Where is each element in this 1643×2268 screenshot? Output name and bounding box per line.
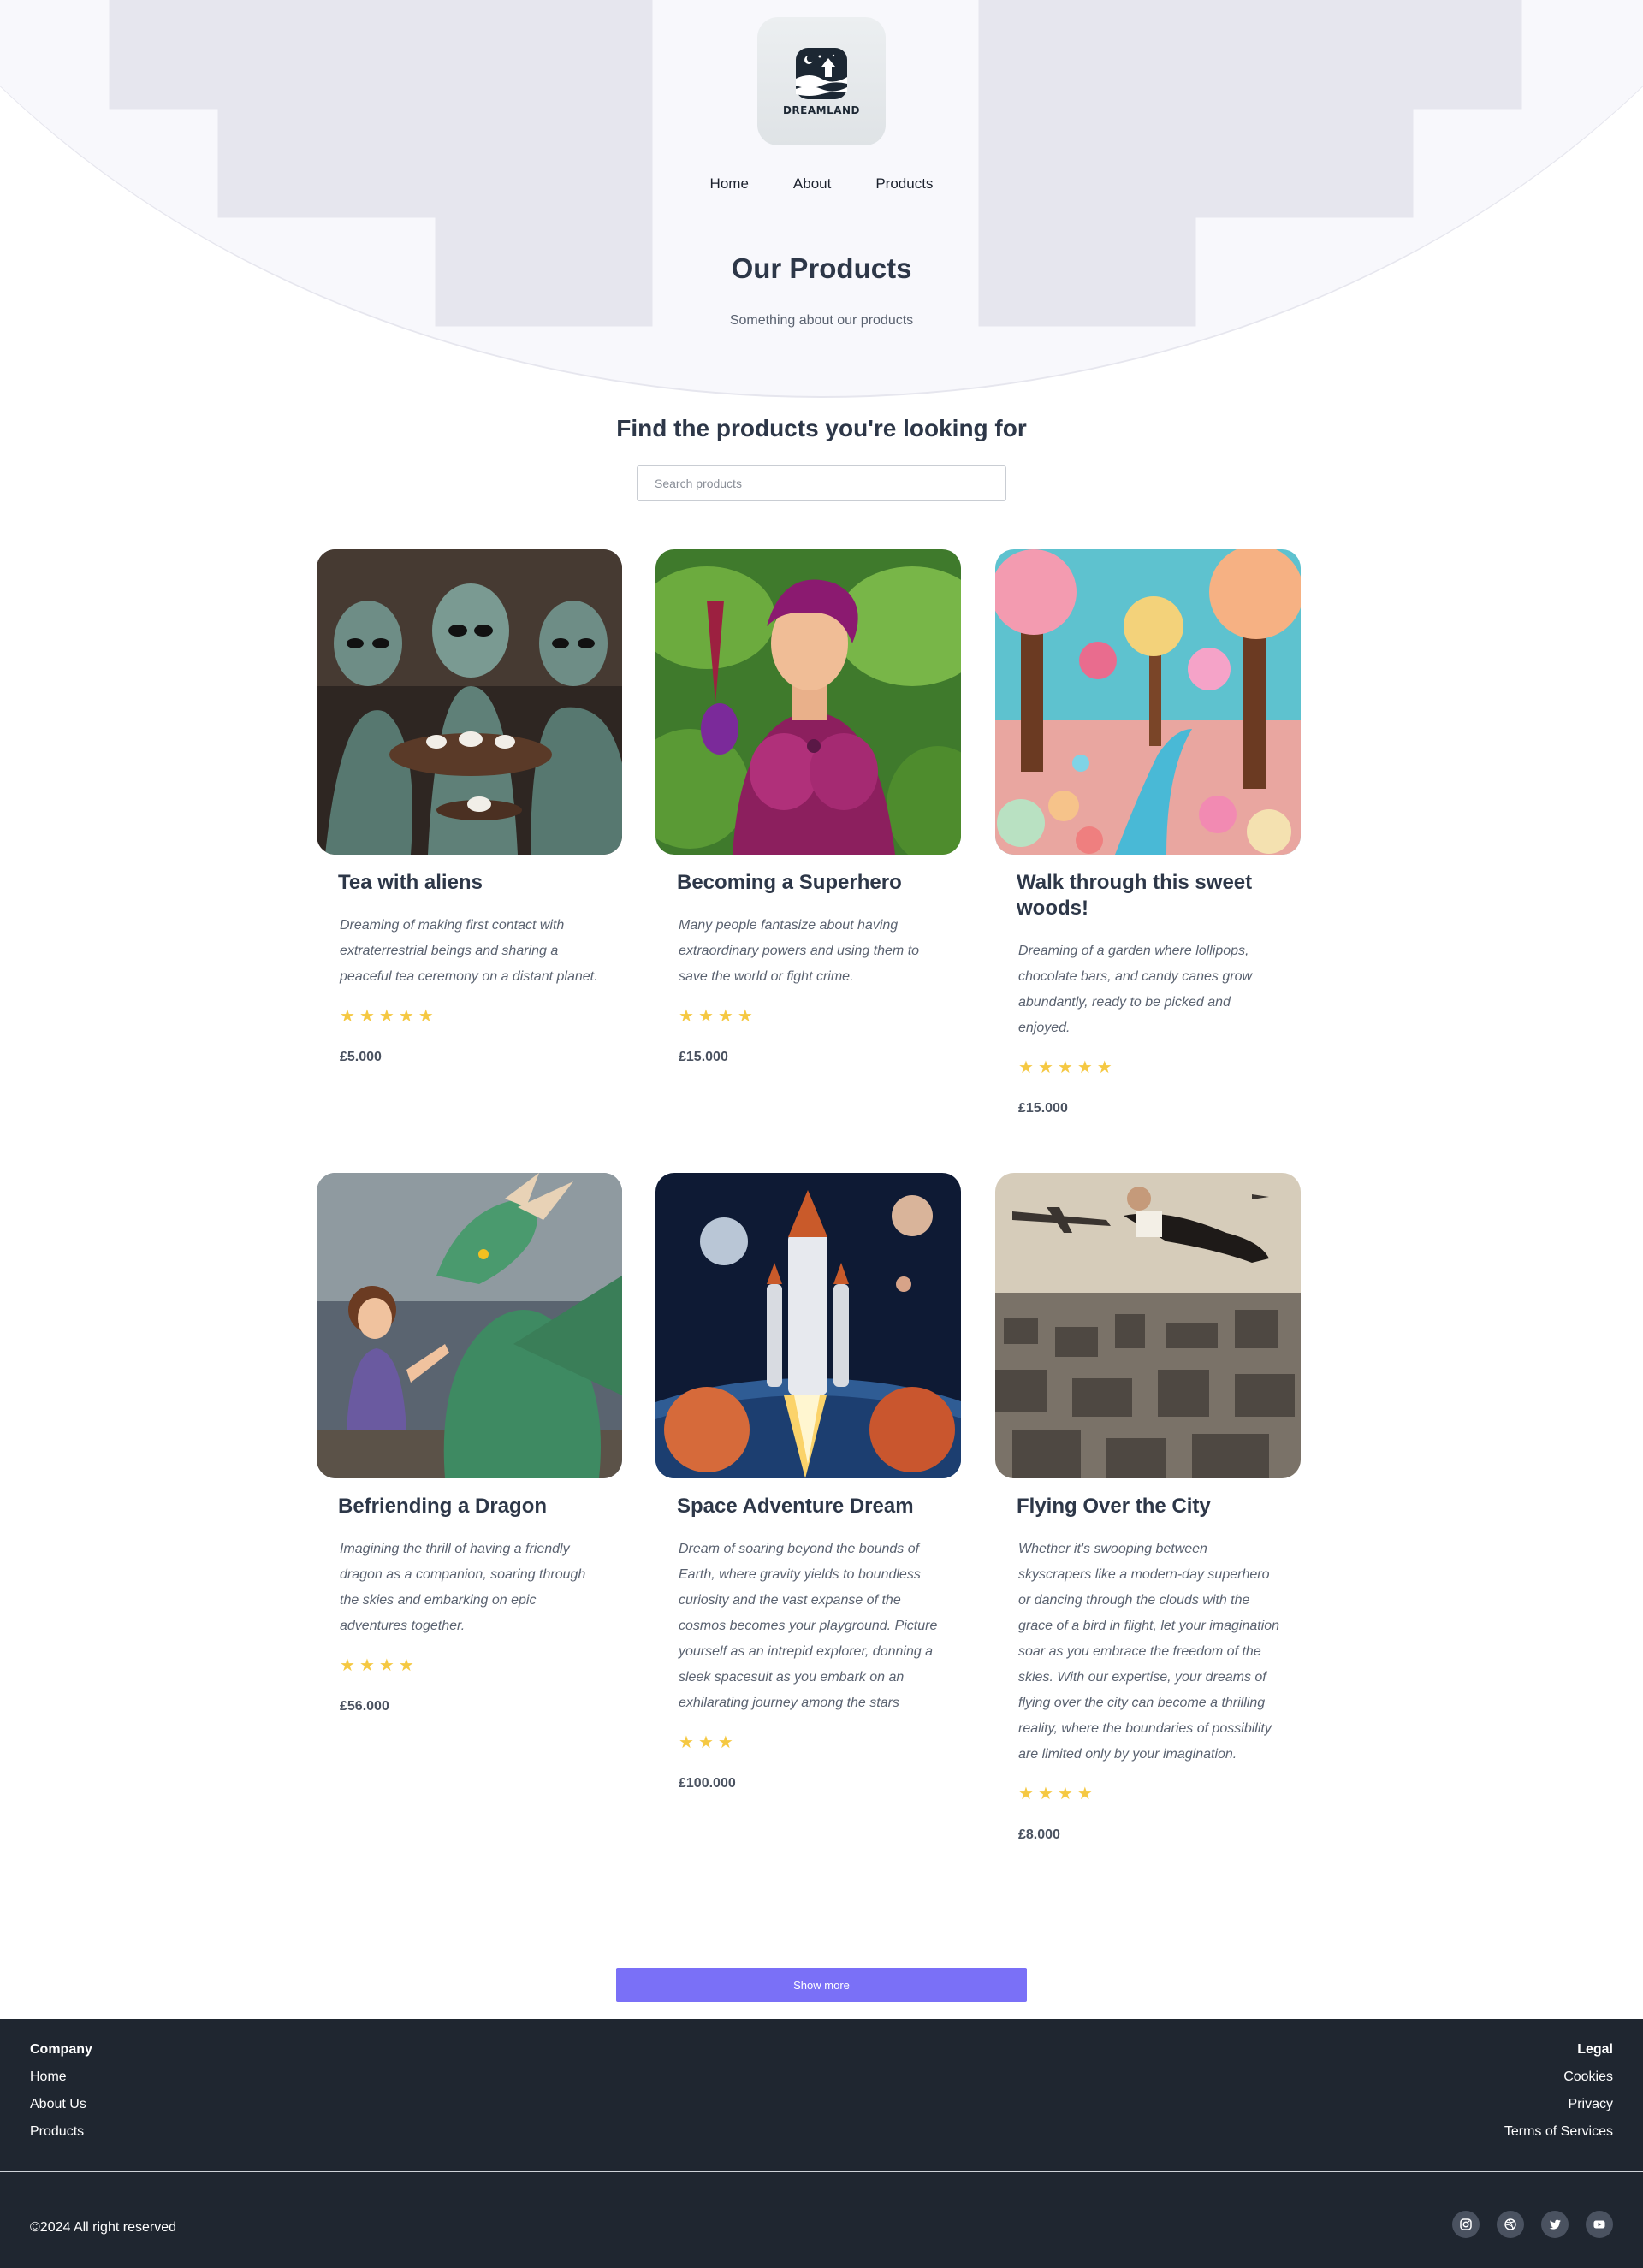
purple-superhero-image[interactable] <box>655 549 961 855</box>
youtube-icon[interactable] <box>1586 2211 1613 2238</box>
product-price: £8.000 <box>1018 1827 1060 1842</box>
rating-stars: ★ ★ ★ ★ ★ <box>340 1007 622 1026</box>
hero-header: DREAMLAND Home About Products Our Produc… <box>0 0 1643 398</box>
product-description: Whether it's swooping between skyscraper… <box>1018 1542 1280 1762</box>
instagram-icon[interactable] <box>1452 2211 1480 2238</box>
footer-link-products[interactable]: Products <box>30 2123 92 2141</box>
star-icon: ★ <box>1037 1785 1053 1803</box>
product-description: Dreaming of a garden where lollipops, ch… <box>1018 944 1253 1035</box>
product-card[interactable]: Tea with aliens Dreaming of making first… <box>317 549 622 1065</box>
product-card[interactable]: Becoming a Superhero Many people fantasi… <box>655 549 961 1065</box>
product-price: £15.000 <box>679 1050 728 1064</box>
nav-products[interactable]: Products <box>875 175 933 192</box>
star-icon: ★ <box>418 1007 434 1026</box>
footer-legal-heading: Legal <box>1577 2042 1613 2057</box>
product-title[interactable]: Walk through this sweet woods! <box>1017 870 1282 921</box>
show-more-button[interactable]: Show more <box>616 1968 1027 2002</box>
product-card[interactable]: Flying Over the City Whether it's swoopi… <box>995 1173 1301 1843</box>
rocket-launch-image[interactable] <box>655 1173 961 1478</box>
product-card[interactable]: Space Adventure Dream Dream of soaring b… <box>655 1173 961 1791</box>
footer-divider <box>0 2171 1643 2172</box>
star-icon: ★ <box>1057 1785 1073 1803</box>
rating-stars: ★ ★ ★ ★ <box>1018 1785 1301 1803</box>
star-icon: ★ <box>1096 1058 1112 1077</box>
footer-company: Company Home About Us Products <box>30 2041 92 2151</box>
star-icon: ★ <box>737 1007 753 1026</box>
product-title[interactable]: Space Adventure Dream <box>677 1494 942 1519</box>
star-icon: ★ <box>1018 1058 1034 1077</box>
star-icon: ★ <box>340 1656 355 1675</box>
search-heading: Find the products you're looking for <box>616 415 1027 441</box>
rating-stars: ★ ★ ★ ★ <box>340 1656 622 1675</box>
logo[interactable]: DREAMLAND <box>757 17 886 145</box>
star-icon: ★ <box>378 1656 394 1675</box>
footer-link-cookies[interactable]: Cookies <box>1504 2069 1613 2086</box>
star-icon: ★ <box>717 1007 733 1026</box>
search-input[interactable] <box>637 465 1006 501</box>
product-price: £100.000 <box>679 1776 736 1791</box>
product-price: £5.000 <box>340 1050 382 1064</box>
star-icon: ★ <box>679 1733 694 1752</box>
footer-link-about-us[interactable]: About Us <box>30 2096 92 2113</box>
footer-link-home[interactable]: Home <box>30 2069 92 2086</box>
page-subtitle: Something about our products <box>729 313 914 328</box>
star-icon: ★ <box>378 1007 394 1026</box>
product-price: £56.000 <box>340 1699 389 1714</box>
rating-stars: ★ ★ ★ <box>679 1733 961 1752</box>
rating-stars: ★ ★ ★ ★ ★ <box>1018 1058 1301 1077</box>
star-icon: ★ <box>697 1733 714 1752</box>
footer-company-heading: Company <box>30 2042 92 2057</box>
footer-link-privacy[interactable]: Privacy <box>1504 2096 1613 2113</box>
product-title[interactable]: Flying Over the City <box>1017 1494 1282 1519</box>
nav-home[interactable]: Home <box>710 175 749 192</box>
star-icon: ★ <box>1037 1058 1053 1077</box>
dreamland-logo-icon <box>796 48 847 99</box>
star-icon: ★ <box>1077 1785 1093 1803</box>
social-links <box>1452 2211 1613 2238</box>
star-icon: ★ <box>359 1007 375 1026</box>
star-icon: ★ <box>1077 1058 1093 1077</box>
alien-tea-party-image[interactable] <box>317 549 622 855</box>
star-icon: ★ <box>398 1007 414 1026</box>
girl-and-dragon-image[interactable] <box>317 1173 622 1478</box>
product-card[interactable]: Walk through this sweet woods! Dreaming … <box>995 549 1301 1116</box>
product-card[interactable]: Befriending a Dragon Imagining the thril… <box>317 1173 622 1714</box>
main-nav: Home About Products <box>0 175 1643 192</box>
footer-legal: Legal Cookies Privacy Terms of Services <box>1504 2041 1613 2151</box>
star-icon: ★ <box>340 1007 355 1026</box>
product-title[interactable]: Tea with aliens <box>338 870 603 896</box>
star-icon: ★ <box>697 1007 714 1026</box>
twitter-icon[interactable] <box>1541 2211 1569 2238</box>
product-description: Dream of soaring beyond the bounds of Ea… <box>679 1542 938 1710</box>
star-icon: ★ <box>1057 1058 1073 1077</box>
star-icon: ★ <box>717 1733 733 1752</box>
page-title: Our Products <box>731 252 912 284</box>
product-description: Many people fantasize about having extra… <box>679 918 920 984</box>
footer: Company Home About Us Products Legal Coo… <box>0 2019 1643 2268</box>
nav-about[interactable]: About <box>793 175 831 192</box>
logo-text: DREAMLAND <box>782 104 861 116</box>
star-icon: ★ <box>1018 1785 1034 1803</box>
product-description: Dreaming of making first contact with ex… <box>340 918 598 984</box>
product-price: £15.000 <box>1018 1101 1068 1116</box>
candy-forest-image[interactable] <box>995 549 1301 855</box>
star-icon: ★ <box>398 1656 414 1675</box>
dribbble-icon[interactable] <box>1497 2211 1524 2238</box>
product-title[interactable]: Befriending a Dragon <box>338 1494 603 1519</box>
product-title[interactable]: Becoming a Superhero <box>677 870 942 896</box>
star-icon: ★ <box>679 1007 694 1026</box>
man-flying-over-city-image[interactable] <box>995 1173 1301 1478</box>
footer-link-terms[interactable]: Terms of Services <box>1504 2123 1613 2141</box>
copyright: ©2024 All right reserved <box>30 2220 176 2235</box>
rating-stars: ★ ★ ★ ★ <box>679 1007 961 1026</box>
product-description: Imagining the thrill of having a friendl… <box>340 1542 586 1633</box>
star-icon: ★ <box>359 1656 375 1675</box>
